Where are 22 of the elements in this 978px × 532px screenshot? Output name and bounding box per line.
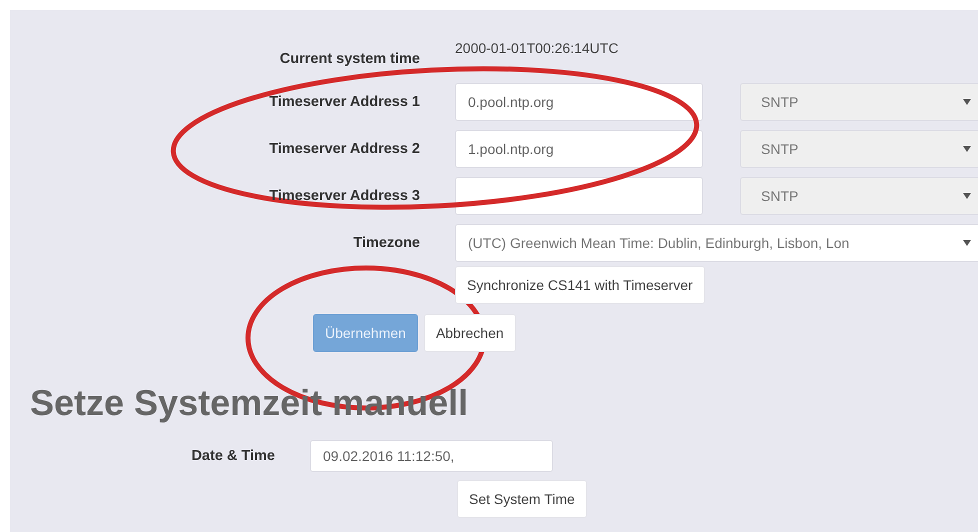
caret-icon [963,98,971,104]
protocol-select[interactable]: SNTP [740,176,978,214]
set-time-button[interactable]: Set System Time [457,480,587,518]
field-label: Date & Time [191,448,275,464]
timeserver-input[interactable] [455,176,703,214]
field-label: Timeserver Address 3 [269,188,420,204]
field-label: Current system time [280,51,420,67]
field-label: Timezone [353,234,420,250]
caret-icon [963,146,971,152]
caret-icon [963,192,971,198]
timeserver-input[interactable]: 0.pool.ntp.org [455,82,703,120]
field-label: Timeserver Address 2 [269,140,420,156]
timezone-select[interactable]: (UTC) Greenwich Mean Time: Dublin, Edinburgh, Lisbon, Lon [455,224,978,262]
field-label: Timeserver Address 1 [269,94,420,110]
cancel-button[interactable]: Abbrechen [424,314,516,352]
date-time-input[interactable]: 09.02.2016 11:12:50, [310,440,553,472]
protocol-select[interactable]: SNTP [740,82,978,120]
timeserver-input[interactable]: 1.pool.ntp.org [455,130,703,168]
caret-icon [963,240,971,246]
protocol-select[interactable]: SNTP [740,130,978,168]
synchronize-button[interactable]: Synchronize CS141 with Timeserver [455,266,705,304]
current-time-value: 2000-01-01T00:26:14UTC [455,40,618,56]
